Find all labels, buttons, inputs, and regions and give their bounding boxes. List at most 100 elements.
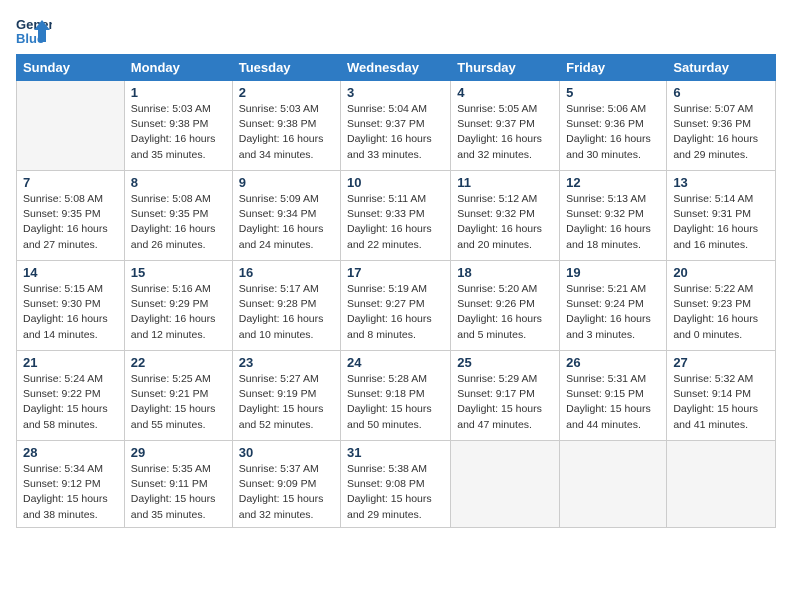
table-row: 6 Sunrise: 5:07 AM Sunset: 9:36 PM Dayli… — [667, 81, 776, 171]
table-row: 14 Sunrise: 5:15 AM Sunset: 9:30 PM Dayl… — [17, 261, 125, 351]
table-row: 29 Sunrise: 5:35 AM Sunset: 9:11 PM Dayl… — [124, 441, 232, 528]
cell-info: Sunrise: 5:03 AM Sunset: 9:38 PM Dayligh… — [131, 102, 226, 163]
day-header-thursday: Thursday — [451, 55, 560, 81]
logo-icon: General Blue — [16, 16, 52, 46]
cell-info: Sunrise: 5:11 AM Sunset: 9:33 PM Dayligh… — [347, 192, 444, 253]
cell-date: 8 — [131, 175, 226, 190]
cell-info: Sunrise: 5:24 AM Sunset: 9:22 PM Dayligh… — [23, 372, 118, 433]
cell-info: Sunrise: 5:09 AM Sunset: 9:34 PM Dayligh… — [239, 192, 334, 253]
cell-date: 25 — [457, 355, 553, 370]
table-row: 12 Sunrise: 5:13 AM Sunset: 9:32 PM Dayl… — [560, 171, 667, 261]
cell-date: 14 — [23, 265, 118, 280]
calendar-body: 1 Sunrise: 5:03 AM Sunset: 9:38 PM Dayli… — [17, 81, 776, 528]
table-row: 23 Sunrise: 5:27 AM Sunset: 9:19 PM Dayl… — [232, 351, 340, 441]
cell-date: 21 — [23, 355, 118, 370]
cell-info: Sunrise: 5:06 AM Sunset: 9:36 PM Dayligh… — [566, 102, 660, 163]
cell-date: 19 — [566, 265, 660, 280]
table-row: 30 Sunrise: 5:37 AM Sunset: 9:09 PM Dayl… — [232, 441, 340, 528]
cell-date: 3 — [347, 85, 444, 100]
day-header-tuesday: Tuesday — [232, 55, 340, 81]
cell-info: Sunrise: 5:05 AM Sunset: 9:37 PM Dayligh… — [457, 102, 553, 163]
cell-date: 11 — [457, 175, 553, 190]
table-row: 7 Sunrise: 5:08 AM Sunset: 9:35 PM Dayli… — [17, 171, 125, 261]
cell-date: 13 — [673, 175, 769, 190]
cell-date: 9 — [239, 175, 334, 190]
day-header-friday: Friday — [560, 55, 667, 81]
cell-info: Sunrise: 5:37 AM Sunset: 9:09 PM Dayligh… — [239, 462, 334, 523]
day-header-saturday: Saturday — [667, 55, 776, 81]
cell-info: Sunrise: 5:25 AM Sunset: 9:21 PM Dayligh… — [131, 372, 226, 433]
table-row: 18 Sunrise: 5:20 AM Sunset: 9:26 PM Dayl… — [451, 261, 560, 351]
calendar-week-5: 28 Sunrise: 5:34 AM Sunset: 9:12 PM Dayl… — [17, 441, 776, 528]
day-header-wednesday: Wednesday — [341, 55, 451, 81]
cell-info: Sunrise: 5:28 AM Sunset: 9:18 PM Dayligh… — [347, 372, 444, 433]
cell-info: Sunrise: 5:14 AM Sunset: 9:31 PM Dayligh… — [673, 192, 769, 253]
page-header: General Blue — [16, 16, 776, 46]
cell-date: 22 — [131, 355, 226, 370]
table-row: 15 Sunrise: 5:16 AM Sunset: 9:29 PM Dayl… — [124, 261, 232, 351]
table-row: 13 Sunrise: 5:14 AM Sunset: 9:31 PM Dayl… — [667, 171, 776, 261]
cell-info: Sunrise: 5:13 AM Sunset: 9:32 PM Dayligh… — [566, 192, 660, 253]
day-header-sunday: Sunday — [17, 55, 125, 81]
table-row: 28 Sunrise: 5:34 AM Sunset: 9:12 PM Dayl… — [17, 441, 125, 528]
calendar-table: SundayMondayTuesdayWednesdayThursdayFrid… — [16, 54, 776, 528]
cell-info: Sunrise: 5:22 AM Sunset: 9:23 PM Dayligh… — [673, 282, 769, 343]
cell-info: Sunrise: 5:31 AM Sunset: 9:15 PM Dayligh… — [566, 372, 660, 433]
table-row: 10 Sunrise: 5:11 AM Sunset: 9:33 PM Dayl… — [341, 171, 451, 261]
table-row: 4 Sunrise: 5:05 AM Sunset: 9:37 PM Dayli… — [451, 81, 560, 171]
cell-date: 26 — [566, 355, 660, 370]
table-row — [17, 81, 125, 171]
table-row: 2 Sunrise: 5:03 AM Sunset: 9:38 PM Dayli… — [232, 81, 340, 171]
cell-info: Sunrise: 5:27 AM Sunset: 9:19 PM Dayligh… — [239, 372, 334, 433]
cell-info: Sunrise: 5:32 AM Sunset: 9:14 PM Dayligh… — [673, 372, 769, 433]
cell-info: Sunrise: 5:16 AM Sunset: 9:29 PM Dayligh… — [131, 282, 226, 343]
cell-date: 29 — [131, 445, 226, 460]
table-row: 5 Sunrise: 5:06 AM Sunset: 9:36 PM Dayli… — [560, 81, 667, 171]
cell-date: 31 — [347, 445, 444, 460]
cell-info: Sunrise: 5:38 AM Sunset: 9:08 PM Dayligh… — [347, 462, 444, 523]
cell-info: Sunrise: 5:20 AM Sunset: 9:26 PM Dayligh… — [457, 282, 553, 343]
table-row: 17 Sunrise: 5:19 AM Sunset: 9:27 PM Dayl… — [341, 261, 451, 351]
table-row: 3 Sunrise: 5:04 AM Sunset: 9:37 PM Dayli… — [341, 81, 451, 171]
cell-date: 20 — [673, 265, 769, 280]
cell-date: 24 — [347, 355, 444, 370]
table-row: 22 Sunrise: 5:25 AM Sunset: 9:21 PM Dayl… — [124, 351, 232, 441]
table-row: 21 Sunrise: 5:24 AM Sunset: 9:22 PM Dayl… — [17, 351, 125, 441]
cell-date: 17 — [347, 265, 444, 280]
table-row: 20 Sunrise: 5:22 AM Sunset: 9:23 PM Dayl… — [667, 261, 776, 351]
cell-info: Sunrise: 5:29 AM Sunset: 9:17 PM Dayligh… — [457, 372, 553, 433]
cell-info: Sunrise: 5:08 AM Sunset: 9:35 PM Dayligh… — [23, 192, 118, 253]
logo: General Blue — [16, 16, 56, 46]
cell-date: 2 — [239, 85, 334, 100]
cell-date: 10 — [347, 175, 444, 190]
calendar-week-4: 21 Sunrise: 5:24 AM Sunset: 9:22 PM Dayl… — [17, 351, 776, 441]
table-row: 8 Sunrise: 5:08 AM Sunset: 9:35 PM Dayli… — [124, 171, 232, 261]
table-row: 9 Sunrise: 5:09 AM Sunset: 9:34 PM Dayli… — [232, 171, 340, 261]
cell-info: Sunrise: 5:04 AM Sunset: 9:37 PM Dayligh… — [347, 102, 444, 163]
cell-info: Sunrise: 5:07 AM Sunset: 9:36 PM Dayligh… — [673, 102, 769, 163]
table-row: 27 Sunrise: 5:32 AM Sunset: 9:14 PM Dayl… — [667, 351, 776, 441]
table-row: 1 Sunrise: 5:03 AM Sunset: 9:38 PM Dayli… — [124, 81, 232, 171]
calendar-week-1: 1 Sunrise: 5:03 AM Sunset: 9:38 PM Dayli… — [17, 81, 776, 171]
cell-info: Sunrise: 5:15 AM Sunset: 9:30 PM Dayligh… — [23, 282, 118, 343]
table-row: 19 Sunrise: 5:21 AM Sunset: 9:24 PM Dayl… — [560, 261, 667, 351]
table-row: 26 Sunrise: 5:31 AM Sunset: 9:15 PM Dayl… — [560, 351, 667, 441]
cell-date: 28 — [23, 445, 118, 460]
cell-info: Sunrise: 5:21 AM Sunset: 9:24 PM Dayligh… — [566, 282, 660, 343]
day-header-row: SundayMondayTuesdayWednesdayThursdayFrid… — [17, 55, 776, 81]
table-row: 16 Sunrise: 5:17 AM Sunset: 9:28 PM Dayl… — [232, 261, 340, 351]
cell-info: Sunrise: 5:12 AM Sunset: 9:32 PM Dayligh… — [457, 192, 553, 253]
cell-date: 6 — [673, 85, 769, 100]
table-row: 25 Sunrise: 5:29 AM Sunset: 9:17 PM Dayl… — [451, 351, 560, 441]
table-row — [451, 441, 560, 528]
calendar-week-2: 7 Sunrise: 5:08 AM Sunset: 9:35 PM Dayli… — [17, 171, 776, 261]
cell-info: Sunrise: 5:34 AM Sunset: 9:12 PM Dayligh… — [23, 462, 118, 523]
table-row: 24 Sunrise: 5:28 AM Sunset: 9:18 PM Dayl… — [341, 351, 451, 441]
cell-date: 1 — [131, 85, 226, 100]
cell-info: Sunrise: 5:19 AM Sunset: 9:27 PM Dayligh… — [347, 282, 444, 343]
cell-date: 4 — [457, 85, 553, 100]
table-row — [667, 441, 776, 528]
table-row: 31 Sunrise: 5:38 AM Sunset: 9:08 PM Dayl… — [341, 441, 451, 528]
cell-date: 5 — [566, 85, 660, 100]
cell-date: 18 — [457, 265, 553, 280]
